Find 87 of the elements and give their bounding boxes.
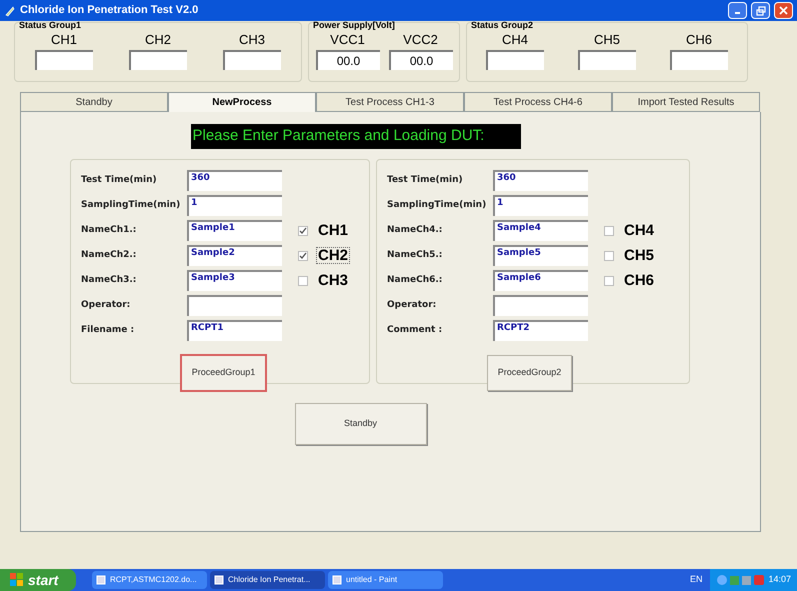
channel-label: CH6 — [686, 33, 712, 47]
channel-label: CH4 — [502, 33, 528, 47]
field-label: Test Time(min) — [81, 174, 158, 187]
close-button[interactable] — [774, 2, 793, 19]
checkbox-label: CH4 — [623, 222, 656, 239]
window-icon — [96, 575, 106, 585]
tab[interactable]: Import Tested Results — [612, 92, 760, 112]
status-field — [670, 50, 728, 70]
windows-logo-icon — [10, 573, 24, 587]
group-label: Status Group2 — [471, 21, 534, 30]
group-label: Status Group1 — [19, 21, 82, 30]
maximize-button[interactable] — [751, 2, 770, 19]
input-field[interactable]: 360 — [187, 170, 282, 191]
taskbar-button[interactable]: untitled - Paint — [328, 571, 443, 589]
input-field[interactable]: 1 — [493, 195, 588, 216]
proceed-button[interactable]: ProceedGroup1 — [181, 355, 266, 391]
status-field — [35, 50, 93, 70]
input-field[interactable]: Sample6 — [493, 270, 588, 291]
input-field[interactable]: Sample1 — [187, 220, 282, 241]
checkbox-label: CH3 — [317, 272, 350, 289]
checkbox[interactable] — [604, 250, 614, 260]
group-label: Power Supply[Volt] — [313, 21, 395, 30]
clock: 14:07 — [768, 573, 791, 586]
standby-button[interactable]: Standby — [294, 403, 426, 445]
checkbox[interactable] — [604, 226, 614, 236]
field-label: Test Time(min) — [387, 174, 464, 187]
channel-label: CH3 — [238, 33, 265, 47]
checkbox-label: CH5 — [623, 247, 656, 264]
status-field: 00.0 — [388, 50, 452, 70]
channel-label: VCC2 — [403, 33, 438, 47]
language-indicator: EN — [690, 573, 702, 586]
input-field[interactable]: Sample2 — [187, 245, 282, 266]
tab[interactable]: Test Process CH1-3 — [316, 92, 464, 112]
checkbox[interactable] — [604, 276, 614, 286]
window-icon — [214, 575, 224, 585]
input-field[interactable]: RCPT2 — [493, 320, 588, 341]
field-label: SamplingTime(min) — [81, 198, 182, 212]
status-field — [223, 50, 281, 70]
channel-label: CH2 — [144, 33, 171, 47]
input-field[interactable]: 360 — [493, 170, 588, 191]
checkbox-label: CH2 — [316, 247, 350, 264]
channel-label: VCC1 — [330, 33, 365, 47]
field-label: Comment : — [387, 324, 444, 337]
checkbox[interactable] — [298, 276, 308, 286]
input-field[interactable]: Sample4 — [493, 220, 588, 241]
channel-label: CH1 — [50, 33, 77, 47]
window-icon — [332, 575, 342, 585]
taskbar-button[interactable]: Chloride Ion Penetrat... — [210, 571, 325, 589]
checkbox-label: CH1 — [317, 222, 350, 239]
status-banner: Please Enter Parameters and Loading DUT: — [190, 124, 520, 149]
field-label: NameCh6.: — [387, 274, 444, 287]
status-field — [129, 50, 187, 70]
input-field[interactable]: RCPT1 — [187, 320, 282, 341]
checkbox[interactable] — [298, 250, 308, 260]
tab[interactable]: NewProcess — [168, 92, 316, 112]
field-label: NameCh1.: — [81, 224, 138, 237]
tray-icons-drawing — [716, 574, 764, 586]
field-label: NameCh2.: — [81, 248, 138, 262]
field-label: NameCh4.: — [387, 224, 444, 237]
input-field[interactable]: Sample5 — [493, 245, 588, 266]
input-field[interactable] — [187, 295, 282, 316]
field-label: NameCh5.: — [387, 248, 444, 262]
field-label: Operator: — [81, 298, 132, 312]
minimize-button[interactable] — [728, 2, 747, 19]
tab[interactable]: Test Process CH4-6 — [464, 92, 612, 112]
input-field[interactable]: 1 — [187, 195, 282, 216]
field-label: Filename : — [81, 324, 136, 337]
window-title: Chloride Ion Penetration Test V2.0 — [20, 3, 198, 18]
status-field: 00.0 — [316, 50, 380, 70]
field-label: SamplingTime(min) — [387, 198, 488, 212]
taskbar-button[interactable]: RCPT,ASTMC1202.do... — [92, 571, 207, 589]
start-label: start — [28, 570, 58, 590]
checkbox-label: CH6 — [623, 272, 656, 289]
field-label: NameCh3.: — [81, 274, 138, 287]
close-icon — [779, 6, 788, 15]
proceed-button[interactable]: ProceedGroup2 — [487, 355, 572, 391]
restore-icon — [756, 6, 766, 16]
channel-label: CH5 — [594, 33, 620, 47]
tab[interactable]: Standby — [20, 92, 168, 112]
input-field[interactable]: Sample3 — [187, 270, 282, 291]
status-field — [486, 50, 544, 70]
field-label: Operator: — [387, 298, 438, 312]
app-icon — [4, 4, 16, 16]
status-field — [578, 50, 636, 70]
checkbox[interactable] — [298, 226, 308, 236]
input-field[interactable] — [493, 295, 588, 316]
start-button[interactable]: start — [0, 569, 76, 591]
